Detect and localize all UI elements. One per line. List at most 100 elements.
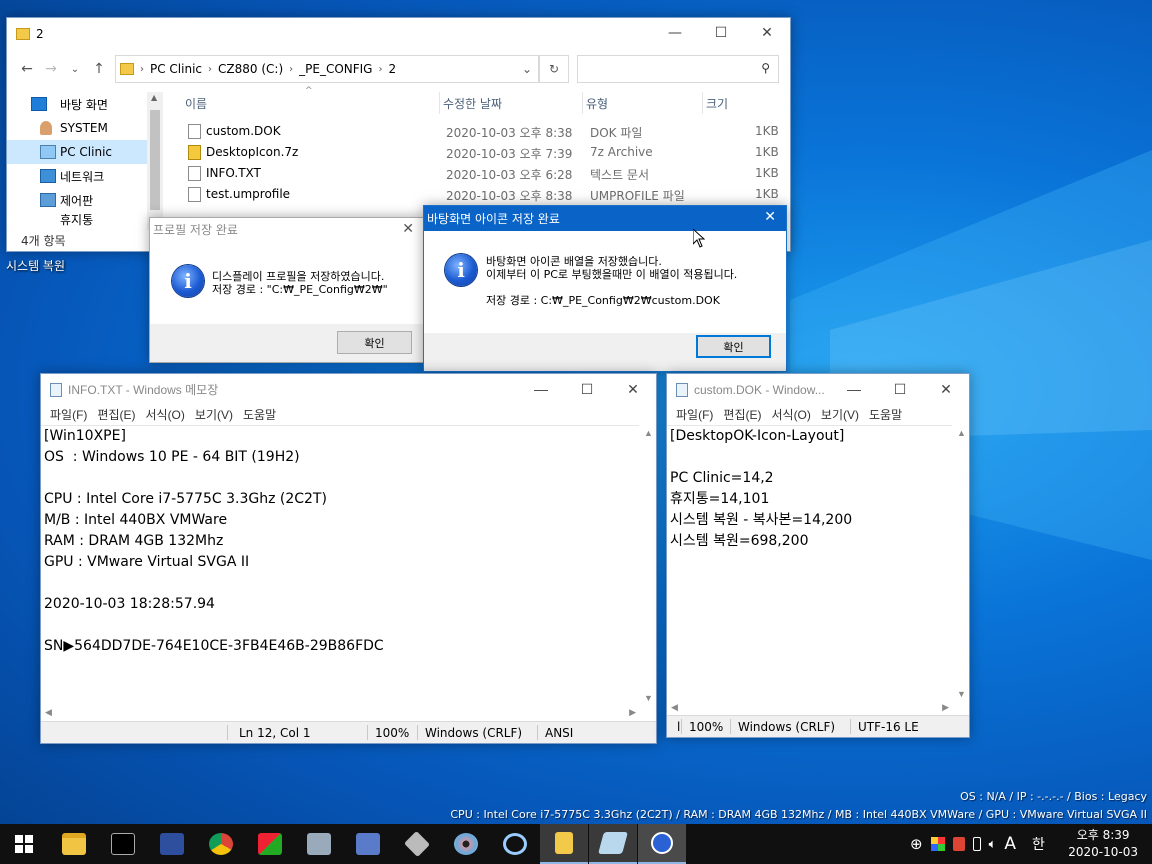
nav-item-system[interactable]: SYSTEM — [7, 116, 162, 140]
notepad-titlebar[interactable]: custom.DOK - Window... — ☐ ✕ — [667, 374, 969, 405]
notepad-icon — [676, 382, 688, 397]
security-icon[interactable] — [952, 837, 965, 851]
nav-item-pc-clinic[interactable]: PC Clinic — [7, 140, 162, 164]
breadcrumb-item[interactable]: 2 — [388, 62, 396, 76]
nav-item-control-panel[interactable]: 제어판 — [7, 188, 162, 212]
display-icon[interactable] — [930, 837, 945, 851]
scroll-right-icon[interactable]: ▶ — [942, 702, 949, 713]
nav-scrollbar[interactable]: ▲ — [147, 92, 163, 230]
column-type[interactable]: 유형 — [583, 92, 703, 114]
file-type: DOK 파일 — [590, 126, 643, 140]
address-bar[interactable]: › PC Clinic › CZ880 (C:) › _PE_CONFIG › … — [115, 55, 539, 83]
menu-help[interactable]: 도움말 — [238, 406, 281, 423]
clock[interactable]: 오후 8:39 2020-10-03 — [1068, 827, 1138, 861]
minimize-button[interactable]: — — [652, 18, 698, 48]
scroll-left-icon[interactable]: ◀ — [671, 702, 678, 713]
scroll-left-icon[interactable]: ◀ — [45, 707, 52, 718]
close-button[interactable]: ✕ — [402, 221, 414, 237]
encoding: UTF-16 LE — [858, 720, 919, 734]
maximize-button[interactable]: ☐ — [564, 374, 610, 404]
file-row[interactable]: test.umprofile 2020-10-03 오후 8:38 UMPROF… — [185, 184, 785, 205]
file-type: 7z Archive — [590, 145, 653, 159]
start-button[interactable] — [0, 824, 48, 864]
nav-item-network[interactable]: 네트워크 — [7, 164, 162, 188]
taskbar-cd[interactable] — [442, 824, 490, 864]
menu-edit[interactable]: 편집(E) — [92, 406, 140, 423]
notepad-titlebar[interactable]: INFO.TXT - Windows 메모장 — ☐ ✕ — [41, 374, 656, 405]
menu-help[interactable]: 도움말 — [864, 406, 907, 423]
back-button[interactable]: ← — [15, 61, 39, 77]
item-count: 4개 항목 — [21, 234, 66, 248]
up-button[interactable]: ↑ — [87, 61, 111, 77]
horizontal-scrollbar[interactable]: ◀ ▶ — [41, 705, 640, 722]
menu-file[interactable]: 파일(F) — [671, 406, 718, 423]
taskbar-command-prompt[interactable] — [99, 824, 147, 864]
ok-button[interactable]: 확인 — [337, 331, 412, 354]
taskbar-notepad[interactable] — [589, 824, 637, 864]
vertical-scrollbar[interactable]: ▲ ▼ — [953, 426, 969, 701]
chevron-down-icon[interactable]: ⌄ — [522, 62, 532, 76]
nav-item-desktop[interactable]: 바탕 화면 — [7, 92, 162, 116]
file-row[interactable]: DesktopIcon.7z 2020-10-03 오후 7:39 7z Arc… — [185, 142, 785, 163]
column-modified[interactable]: 수정한 날짜 — [440, 92, 583, 114]
desktop-icon-label[interactable]: 시스템 복원 — [6, 257, 65, 274]
recent-locations-button[interactable]: ⌄ — [63, 64, 87, 75]
forward-button[interactable]: → — [39, 61, 63, 77]
ok-button[interactable]: 확인 — [696, 335, 771, 358]
minimize-button[interactable]: — — [518, 374, 564, 404]
taskbar-system-tool[interactable] — [344, 824, 392, 864]
scroll-down-icon[interactable]: ▼ — [644, 693, 653, 703]
taskbar-info-dialog[interactable] — [638, 824, 686, 864]
explorer-titlebar[interactable]: 2 — ☐ ✕ — [7, 18, 790, 49]
menu-format[interactable]: 서식(O) — [140, 406, 189, 423]
menu-file[interactable]: 파일(F) — [45, 406, 92, 423]
menu-view[interactable]: 보기(V) — [190, 406, 238, 423]
ime-mode[interactable]: A — [1004, 834, 1016, 854]
minimize-button[interactable]: — — [831, 374, 877, 404]
file-modified: 2020-10-03 오후 6:28 — [446, 168, 573, 182]
scroll-up-icon[interactable]: ▲ — [644, 428, 653, 438]
taskbar-network-tool[interactable] — [295, 824, 343, 864]
file-row[interactable]: custom.DOK 2020-10-03 오후 8:38 DOK 파일 1KB — [185, 121, 785, 142]
close-button[interactable]: ✕ — [744, 18, 790, 48]
taskbar-file-explorer[interactable] — [50, 824, 98, 864]
globe-icon[interactable]: ⊕ — [910, 835, 923, 853]
volume-icon[interactable]: 🔈︎ — [989, 837, 997, 852]
file-row[interactable]: INFO.TXT 2020-10-03 오후 6:28 텍스트 문서 1KB — [185, 163, 785, 184]
close-button[interactable]: ✕ — [610, 374, 656, 404]
language-indicator[interactable]: 한 — [1032, 834, 1045, 854]
refresh-button[interactable]: ↻ — [539, 55, 569, 83]
usb-icon[interactable] — [972, 837, 981, 851]
menu-edit[interactable]: 편집(E) — [718, 406, 766, 423]
taskbar-save[interactable] — [148, 824, 196, 864]
nav-item-recycle-bin[interactable]: 휴지통 — [7, 212, 162, 227]
breadcrumb-item[interactable]: _PE_CONFIG — [299, 62, 372, 76]
vertical-scrollbar[interactable]: ▲ ▼ — [640, 426, 656, 705]
file-modified: 2020-10-03 오후 8:38 — [446, 126, 573, 140]
scroll-right-icon[interactable]: ▶ — [629, 707, 636, 718]
text-area[interactable]: [Win10XPE] OS : Windows 10 PE - 64 BIT (… — [41, 425, 639, 704]
menu-format[interactable]: 서식(O) — [766, 406, 815, 423]
file-name: test.umprofile — [206, 187, 291, 201]
text-area[interactable]: [DesktopOK-Icon-Layout] PC Clinic=14,2 휴… — [667, 425, 952, 700]
breadcrumb-item[interactable]: PC Clinic — [150, 62, 202, 76]
maximize-button[interactable]: ☐ — [877, 374, 923, 404]
clock-date: 2020-10-03 — [1068, 845, 1138, 859]
close-button[interactable]: ✕ — [923, 374, 969, 404]
menu-view[interactable]: 보기(V) — [816, 406, 864, 423]
column-size[interactable]: 크기 — [703, 92, 773, 114]
scroll-up-icon[interactable]: ▲ — [151, 93, 157, 102]
search-input[interactable]: ⚲ — [577, 55, 779, 83]
taskbar-app[interactable] — [246, 824, 294, 864]
taskbar-search-tool[interactable] — [491, 824, 539, 864]
scroll-down-icon[interactable]: ▼ — [957, 689, 966, 699]
sort-arrow-icon: ^ — [305, 86, 313, 96]
close-button[interactable]: ✕ — [764, 209, 776, 225]
taskbar-chrome[interactable] — [197, 824, 245, 864]
taskbar-disk-tool[interactable] — [393, 824, 441, 864]
dialog-message: 디스플레이 프로필을 저장하였습니다. 저장 경로 : "C:₩_PE_Conf… — [212, 270, 388, 296]
scroll-up-icon[interactable]: ▲ — [957, 428, 966, 438]
taskbar-folder[interactable] — [540, 824, 588, 864]
breadcrumb-item[interactable]: CZ880 (C:) — [218, 62, 283, 76]
maximize-button[interactable]: ☐ — [698, 18, 744, 48]
